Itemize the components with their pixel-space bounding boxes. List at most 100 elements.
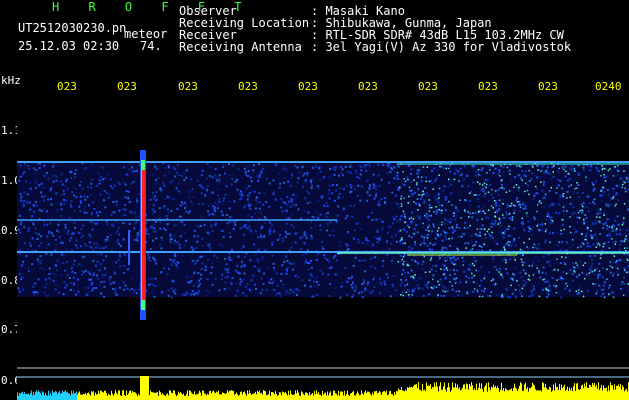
noise-speck	[462, 264, 465, 266]
signal-bar	[606, 387, 607, 400]
noise-speck	[455, 290, 458, 293]
signal-bar	[391, 394, 392, 400]
noise-speck	[155, 199, 158, 202]
signal-bar	[421, 391, 422, 400]
noise-speck	[544, 223, 547, 225]
noise-speck	[251, 189, 254, 192]
noise-speck	[401, 238, 403, 241]
noise-speck	[225, 214, 228, 216]
signal-bar	[319, 394, 320, 400]
noise-speck	[224, 281, 227, 284]
noise-speck	[444, 260, 447, 262]
noise-speck	[84, 243, 87, 246]
noise-speck	[626, 229, 629, 232]
noise-speck	[69, 282, 72, 284]
signal-bar	[565, 390, 566, 400]
noise-speck	[521, 287, 524, 290]
noise-speck	[96, 220, 99, 223]
noise-speck	[254, 230, 257, 233]
noise-speck	[454, 282, 457, 284]
noise-speck	[111, 282, 114, 285]
noise-speck	[542, 279, 544, 281]
signal-bar	[474, 388, 475, 400]
noise-speck	[315, 215, 318, 218]
noise-speck	[175, 224, 178, 226]
noise-speck	[200, 273, 203, 276]
noise-speck	[199, 256, 202, 259]
noise-speck	[500, 165, 502, 167]
noise-speck	[181, 254, 184, 257]
noise-speck	[56, 269, 59, 272]
noise-speck	[115, 200, 118, 203]
noise-speck	[608, 232, 611, 235]
signal-bar	[527, 387, 528, 400]
noise-speck	[70, 171, 73, 174]
noise-speck	[351, 166, 354, 169]
noise-speck	[393, 177, 396, 180]
noise-speck	[170, 296, 173, 299]
noise-speck	[371, 256, 374, 259]
noise-speck	[583, 218, 585, 221]
noise-speck	[214, 201, 217, 204]
noise-speck	[612, 174, 615, 177]
signal-bar	[293, 394, 294, 400]
noise-speck	[132, 180, 135, 183]
noise-speck	[209, 165, 212, 168]
noise-speck	[271, 223, 273, 226]
noise-speck	[536, 225, 538, 227]
noise-speck	[415, 202, 417, 205]
signal-bar	[213, 390, 214, 400]
noise-speck	[184, 293, 187, 296]
time-tick: 0240	[595, 80, 622, 93]
noise-speck	[464, 221, 467, 224]
noise-speck	[558, 203, 561, 206]
noise-speck	[159, 271, 162, 274]
signal-bar	[349, 395, 350, 400]
signal-bar	[70, 395, 71, 400]
noise-speck	[73, 289, 76, 292]
noise-speck	[239, 190, 242, 193]
noise-speck	[197, 235, 199, 238]
noise-speck	[236, 264, 239, 267]
noise-speck	[541, 229, 544, 232]
noise-speck	[204, 188, 207, 191]
noise-speck	[571, 244, 574, 247]
noise-speck	[162, 182, 165, 185]
noise-speck	[581, 209, 584, 212]
noise-speck	[265, 289, 268, 292]
noise-speck	[441, 165, 444, 168]
noise-speck	[149, 259, 152, 262]
noise-speck	[543, 278, 546, 280]
noise-speck	[151, 208, 154, 211]
noise-speck	[365, 169, 368, 172]
noise-speck	[373, 236, 376, 239]
noise-speck	[543, 181, 545, 184]
noise-speck	[489, 234, 492, 237]
noise-speck	[169, 238, 172, 241]
noise-speck	[258, 192, 261, 195]
noise-speck	[429, 180, 432, 183]
signal-bar	[53, 392, 54, 400]
signal-bar	[491, 386, 492, 400]
signal-bar	[423, 390, 424, 400]
noise-speck	[240, 248, 243, 251]
noise-speck	[356, 172, 359, 175]
noise-speck	[111, 187, 114, 190]
noise-speck	[612, 241, 615, 244]
signal-bar	[150, 390, 151, 400]
noise-speck	[519, 210, 521, 212]
noise-speck	[148, 256, 151, 259]
noise-speck	[104, 240, 107, 243]
noise-speck	[437, 234, 439, 236]
noise-speck	[159, 221, 162, 224]
noise-speck	[546, 166, 549, 169]
noise-speck	[417, 168, 420, 171]
noise-speck	[268, 228, 271, 231]
noise-speck	[19, 164, 22, 167]
signal-bar	[142, 376, 143, 400]
signal-bar	[27, 393, 28, 400]
noise-speck	[454, 218, 457, 221]
noise-speck	[106, 236, 109, 238]
noise-speck	[240, 192, 243, 195]
noise-speck	[174, 288, 177, 291]
